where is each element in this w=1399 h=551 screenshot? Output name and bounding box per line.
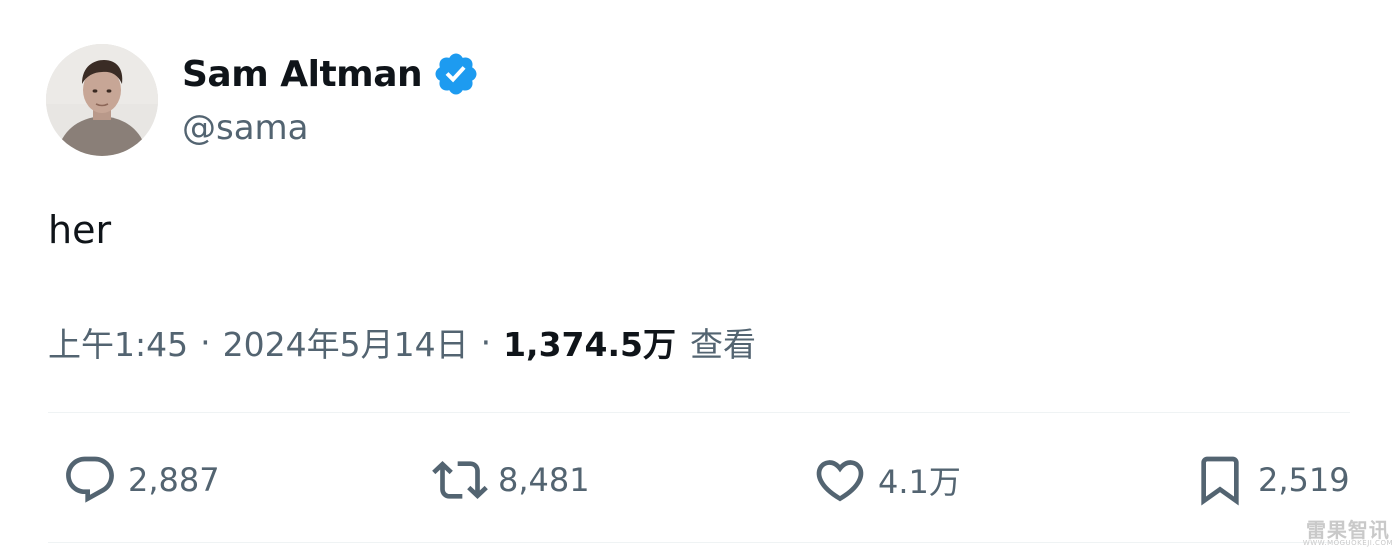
bookmark-count: 2,519 — [1258, 461, 1350, 499]
tweet-date[interactable]: 2024年5月14日 — [223, 318, 469, 366]
author-handle[interactable]: @sama — [182, 108, 309, 148]
retweet-button[interactable]: 8,481 — [432, 452, 590, 508]
bookmark-icon — [1192, 452, 1248, 508]
meta-separator: · — [200, 322, 211, 362]
avatar-image — [46, 44, 158, 156]
views-count[interactable]: 1,374.5万 — [503, 318, 676, 366]
verified-badge-icon — [432, 50, 480, 98]
heart-icon — [812, 452, 868, 508]
tweet-time[interactable]: 上午1:45 — [48, 318, 188, 366]
watermark-text: 雷果智讯 — [1305, 518, 1390, 542]
tweet-card: Sam Altman @sama her 上午1:45 · 2024年5月14日… — [0, 0, 1399, 551]
watermark-subtext: WWW.MOGUOKEJI.COM — [1302, 539, 1393, 547]
bookmark-button[interactable]: 2,519 — [1192, 452, 1350, 508]
author-display-name[interactable]: Sam Altman — [182, 54, 423, 95]
reply-count: 2,887 — [128, 461, 220, 499]
retweet-count: 8,481 — [498, 461, 590, 499]
meta-separator: · — [480, 322, 492, 362]
like-button[interactable]: 4.1万 — [812, 452, 961, 508]
reply-icon — [62, 452, 118, 508]
divider — [48, 542, 1350, 543]
retweet-icon — [432, 452, 488, 508]
author-name-row: Sam Altman — [182, 50, 480, 98]
like-count: 4.1万 — [878, 463, 961, 501]
divider — [48, 412, 1350, 413]
views-label: 查看 — [689, 325, 756, 364]
watermark: 雷果智讯 WWW.MOGUOKEJI.COM — [1303, 520, 1393, 547]
reply-button[interactable]: 2,887 — [62, 452, 220, 508]
avatar[interactable] — [46, 44, 158, 156]
tweet-meta: 上午1:45 · 2024年5月14日 · 1,374.5万 查看 — [48, 318, 756, 366]
tweet-text: her — [48, 208, 112, 252]
